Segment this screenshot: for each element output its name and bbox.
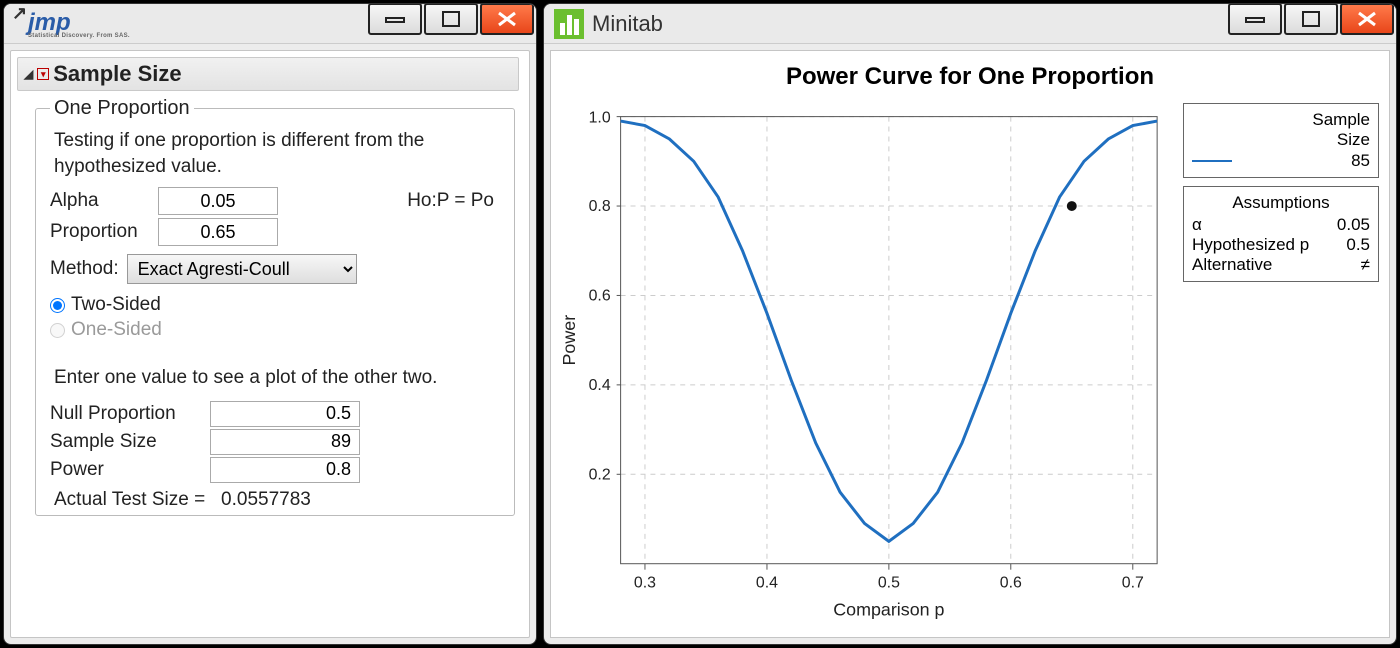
power-row: Power	[50, 457, 500, 483]
legend-header: Sample Size	[1192, 110, 1370, 149]
legend-box: Sample Size 85	[1183, 103, 1379, 178]
ytick-4: 1.0	[589, 110, 611, 127]
two-sided-label: Two-Sided	[71, 294, 161, 316]
close-button[interactable]	[480, 3, 534, 35]
outline-header[interactable]: ◢ ▾ Sample Size	[17, 57, 519, 91]
minitab-icon	[554, 9, 584, 39]
jmp-body: ◢ ▾ Sample Size One Proportion Testing i…	[10, 50, 530, 638]
power-curve-plot: 0.2 0.4 0.6 0.8 1.0 0.3 0.4	[561, 97, 1177, 633]
ytick-1: 0.4	[589, 377, 611, 394]
ytick-0: 0.2	[589, 466, 611, 483]
proportion-input[interactable]	[158, 218, 278, 246]
one-sided-radio[interactable]	[50, 323, 65, 338]
minitab-title-group: Minitab	[554, 9, 663, 39]
method-select[interactable]: Exact Agresti-Coull	[127, 254, 357, 284]
jmp-window-controls	[368, 4, 536, 43]
one-sided-row[interactable]: One-Sided	[50, 319, 500, 341]
chart-title: Power Curve for One Proportion	[561, 63, 1379, 91]
xtick-1: 0.4	[756, 575, 778, 592]
chart-sidebar: Sample Size 85 Assumptions α 0.05	[1183, 97, 1379, 633]
section-description: Testing if one proportion is different f…	[54, 128, 500, 179]
y-axis: 0.2 0.4 0.6 0.8 1.0	[589, 110, 621, 484]
xtick-4: 0.7	[1122, 575, 1144, 592]
hotspot-icon[interactable]: ▾	[37, 68, 49, 80]
assume-hyp-label: Hypothesized p	[1192, 235, 1309, 255]
gridlines	[621, 117, 1158, 564]
legend-header-line1: Sample	[1192, 110, 1370, 130]
two-sided-radio[interactable]	[50, 298, 65, 313]
proportion-row: Proportion	[50, 218, 500, 246]
jmp-logo: ↗ jmp Statistical Discovery. From SAS.	[14, 9, 130, 39]
legend-line-icon	[1192, 160, 1232, 162]
sample-size-input[interactable]	[210, 429, 360, 455]
xtick-3: 0.6	[1000, 575, 1022, 592]
assume-alt-value: ≠	[1361, 255, 1370, 275]
legend-value: 85	[1351, 151, 1370, 171]
assume-alt-row: Alternative ≠	[1192, 255, 1370, 275]
alpha-label: Alpha	[50, 190, 158, 212]
maximize-button[interactable]	[424, 3, 478, 35]
close-button[interactable]	[1340, 3, 1394, 35]
method-label: Method:	[50, 258, 119, 280]
target-marker-icon	[1067, 201, 1077, 211]
plot-area: 0.2 0.4 0.6 0.8 1.0 0.3 0.4	[561, 97, 1177, 633]
assume-alpha-row: α 0.05	[1192, 215, 1370, 235]
legend-header-line2: Size	[1192, 130, 1370, 150]
minimize-button[interactable]	[368, 3, 422, 35]
power-label: Power	[50, 459, 210, 481]
jmp-logo-sub: Statistical Discovery. From SAS.	[28, 33, 130, 39]
assume-alpha-value: 0.05	[1337, 215, 1370, 235]
minitab-title: Minitab	[592, 11, 663, 37]
actual-test-size-value: 0.0557783	[221, 489, 311, 510]
jmp-arrow-icon: ↗	[12, 3, 27, 24]
assume-hyp-value: 0.5	[1346, 235, 1370, 255]
null-proportion-row: Null Proportion	[50, 401, 500, 427]
assumptions-box: Assumptions α 0.05 Hypothesized p 0.5 Al…	[1183, 186, 1379, 282]
x-axis: 0.3 0.4 0.5 0.6 0.7	[634, 564, 1144, 592]
sample-size-row: Sample Size	[50, 429, 500, 455]
xtick-0: 0.3	[634, 575, 656, 592]
outline-title: Sample Size	[53, 61, 181, 87]
y-axis-title: Power	[561, 315, 579, 366]
method-row: Method: Exact Agresti-Coull	[50, 254, 500, 284]
ytick-3: 0.8	[589, 198, 611, 215]
assumptions-title: Assumptions	[1192, 193, 1370, 213]
minimize-button[interactable]	[1228, 3, 1282, 35]
null-hypothesis-text: Ho:P = Po	[407, 190, 500, 212]
minitab-window-controls	[1228, 4, 1396, 43]
null-proportion-input[interactable]	[210, 401, 360, 427]
ytick-2: 0.6	[589, 287, 611, 304]
assume-alpha-label: α	[1192, 215, 1202, 235]
actual-test-size-label: Actual Test Size =	[54, 489, 205, 510]
instruction-text: Enter one value to see a plot of the oth…	[54, 365, 496, 391]
actual-test-size-row: Actual Test Size = 0.0557783	[54, 489, 500, 511]
xtick-2: 0.5	[878, 575, 900, 592]
chart-row: 0.2 0.4 0.6 0.8 1.0 0.3 0.4	[561, 97, 1379, 633]
minitab-chart-wrap: Power Curve for One Proportion	[550, 50, 1390, 638]
proportion-label: Proportion	[50, 221, 158, 243]
legend-entry: 85	[1192, 151, 1370, 171]
jmp-window: ↗ jmp Statistical Discovery. From SAS. ◢…	[3, 3, 537, 645]
two-sided-row[interactable]: Two-Sided	[50, 294, 500, 316]
maximize-button[interactable]	[1284, 3, 1338, 35]
alpha-row: Alpha Ho:P = Po	[50, 187, 500, 215]
sample-size-label: Sample Size	[50, 431, 210, 453]
one-sided-label: One-Sided	[71, 319, 162, 341]
jmp-logo-text: ↗ jmp Statistical Discovery. From SAS.	[14, 9, 130, 39]
one-proportion-section: One Proportion Testing if one proportion…	[35, 97, 515, 516]
assume-alt-label: Alternative	[1192, 255, 1272, 275]
jmp-logo-label: jmp	[28, 9, 71, 36]
power-input[interactable]	[210, 457, 360, 483]
assume-hyp-row: Hypothesized p 0.5	[1192, 235, 1370, 255]
alpha-input[interactable]	[158, 187, 278, 215]
null-proportion-label: Null Proportion	[50, 403, 210, 425]
section-legend: One Proportion	[50, 97, 194, 120]
x-axis-title: Comparison p	[833, 599, 944, 619]
disclosure-icon[interactable]: ◢	[24, 67, 33, 81]
minitab-window: Minitab Power Curve for One Proportion	[543, 3, 1397, 645]
jmp-titlebar[interactable]: ↗ jmp Statistical Discovery. From SAS.	[4, 4, 536, 44]
minitab-titlebar[interactable]: Minitab	[544, 4, 1396, 44]
